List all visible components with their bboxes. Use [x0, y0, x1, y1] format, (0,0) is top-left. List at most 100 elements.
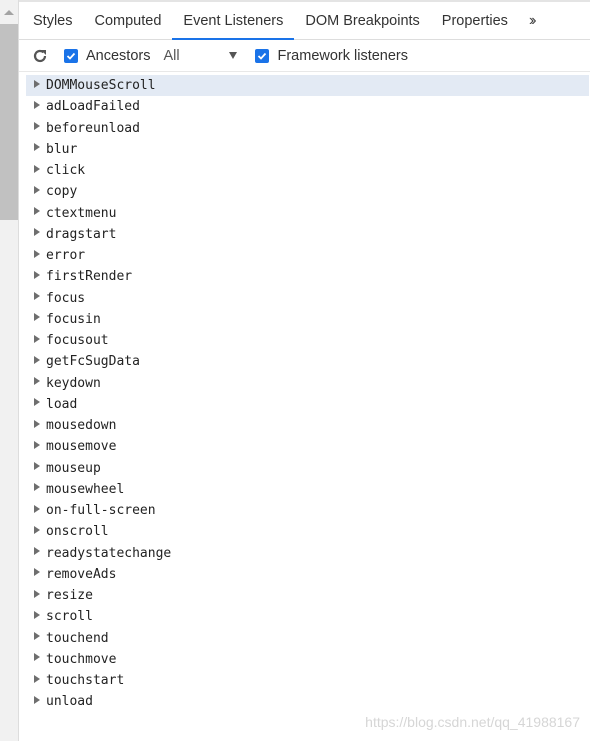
listener-item[interactable]: touchend	[26, 628, 589, 649]
expand-triangle-icon[interactable]	[34, 270, 40, 279]
listener-item[interactable]: error	[26, 245, 589, 266]
listener-item[interactable]: adLoadFailed	[26, 96, 589, 117]
expand-triangle-icon[interactable]	[34, 334, 40, 343]
ancestors-label: Ancestors	[86, 47, 151, 64]
listener-name: focusout	[46, 333, 109, 349]
listener-item[interactable]: mousewheel	[26, 479, 589, 500]
expand-triangle-icon[interactable]	[34, 164, 40, 173]
expand-triangle-icon[interactable]	[34, 695, 40, 704]
filter-select-value: All	[163, 47, 180, 64]
expand-triangle-icon[interactable]	[34, 207, 40, 216]
tab-styles[interactable]: Styles	[19, 2, 84, 39]
listener-item[interactable]: ctextmenu	[26, 203, 589, 224]
listener-name: load	[46, 396, 78, 412]
expand-triangle-icon[interactable]	[34, 440, 40, 449]
listener-name: focusin	[46, 311, 101, 327]
expand-triangle-icon[interactable]	[34, 313, 40, 322]
listener-name: resize	[46, 588, 93, 604]
expand-triangle-icon[interactable]	[34, 185, 40, 194]
expand-triangle-icon[interactable]	[34, 525, 40, 534]
listener-item[interactable]: keydown	[26, 373, 589, 394]
expand-triangle-icon[interactable]	[34, 653, 40, 662]
listener-name: blur	[46, 141, 78, 157]
listener-item[interactable]: mousedown	[26, 415, 589, 436]
listener-name: mousewheel	[46, 481, 125, 497]
expand-triangle-icon[interactable]	[34, 568, 40, 577]
listener-item[interactable]: mousemove	[26, 436, 589, 457]
listener-item[interactable]: load	[26, 394, 589, 415]
expand-triangle-icon[interactable]	[34, 355, 40, 364]
expand-triangle-icon[interactable]	[34, 589, 40, 598]
listener-item[interactable]: readystatechange	[26, 543, 589, 564]
expand-triangle-icon[interactable]	[34, 504, 40, 513]
expand-triangle-icon[interactable]	[34, 100, 40, 109]
expand-triangle-icon[interactable]	[34, 483, 40, 492]
dropdown-arrow-icon	[229, 52, 238, 59]
expand-triangle-icon[interactable]	[34, 249, 40, 258]
tab-dom-breakpoints[interactable]: DOM Breakpoints	[294, 2, 430, 39]
expand-triangle-icon[interactable]	[34, 547, 40, 556]
scrollbar-thumb[interactable]	[0, 24, 18, 220]
listener-item[interactable]: touchstart	[26, 670, 589, 691]
tab-properties[interactable]: Properties	[431, 2, 519, 39]
refresh-icon[interactable]	[32, 48, 48, 64]
listener-item[interactable]: mouseup	[26, 458, 589, 479]
framework-listeners-checkbox[interactable]	[255, 48, 270, 63]
listener-name: keydown	[46, 375, 101, 391]
listener-name: touchstart	[46, 673, 125, 689]
event-listeners-panel: Styles Computed Event Listeners DOM Brea…	[19, 0, 590, 741]
scroll-up-arrow-icon[interactable]	[4, 10, 14, 15]
listener-name: on-full-screen	[46, 503, 156, 519]
listener-item[interactable]: removeAds	[26, 564, 589, 585]
listener-item[interactable]: beforeunload	[26, 118, 589, 139]
listener-name: readystatechange	[46, 545, 172, 561]
listener-item[interactable]: focusout	[26, 330, 589, 351]
expand-triangle-icon[interactable]	[34, 122, 40, 131]
tab-computed[interactable]: Computed	[84, 2, 173, 39]
listener-item[interactable]: touchmove	[26, 649, 589, 670]
listener-name: touchend	[46, 630, 109, 646]
listener-item[interactable]: click	[26, 160, 589, 181]
listener-item[interactable]: firstRender	[26, 266, 589, 287]
expand-triangle-icon[interactable]	[34, 610, 40, 619]
listener-item[interactable]: blur	[26, 139, 589, 160]
more-tabs-chevron-icon[interactable]: ››	[519, 2, 544, 39]
framework-listeners-label: Framework listeners	[277, 47, 409, 64]
expand-triangle-icon[interactable]	[34, 674, 40, 683]
listener-name: adLoadFailed	[46, 99, 140, 115]
listener-name: firstRender	[46, 269, 133, 285]
watermark: https://blog.csdn.net/qq_41988167	[365, 714, 580, 730]
expand-triangle-icon[interactable]	[34, 143, 40, 152]
listener-name: error	[46, 248, 86, 264]
check-icon	[258, 52, 267, 60]
listener-item[interactable]: DOMMouseScroll	[26, 75, 589, 97]
listener-item[interactable]: unload	[26, 691, 589, 712]
listener-filter-select[interactable]: All	[163, 48, 241, 64]
listener-item[interactable]: dragstart	[26, 224, 589, 245]
vertical-scrollbar[interactable]	[0, 0, 19, 741]
listener-name: ctextmenu	[46, 205, 117, 221]
expand-triangle-icon[interactable]	[34, 377, 40, 386]
listener-item[interactable]: copy	[26, 181, 589, 202]
listener-item[interactable]: getFcSugData	[26, 351, 589, 372]
expand-triangle-icon[interactable]	[34, 79, 40, 88]
listener-list: DOMMouseScroll adLoadFailed beforeunload bl…	[19, 72, 590, 713]
expand-triangle-icon[interactable]	[34, 632, 40, 641]
expand-triangle-icon[interactable]	[34, 398, 40, 407]
listener-item[interactable]: resize	[26, 585, 589, 606]
listener-item[interactable]: scroll	[26, 606, 589, 627]
expand-triangle-icon[interactable]	[34, 462, 40, 471]
listener-name: touchmove	[46, 651, 117, 667]
listener-item[interactable]: focusin	[26, 309, 589, 330]
listener-item[interactable]: focus	[26, 288, 589, 309]
listener-name: dragstart	[46, 226, 117, 242]
ancestors-checkbox[interactable]	[64, 48, 78, 63]
listener-name: mousedown	[46, 418, 117, 434]
listener-name: click	[46, 163, 86, 179]
expand-triangle-icon[interactable]	[34, 292, 40, 301]
expand-triangle-icon[interactable]	[34, 419, 40, 428]
tab-event-listeners[interactable]: Event Listeners	[172, 2, 295, 40]
listener-item[interactable]: onscroll	[26, 521, 589, 542]
listener-item[interactable]: on-full-screen	[26, 500, 589, 521]
expand-triangle-icon[interactable]	[34, 228, 40, 237]
